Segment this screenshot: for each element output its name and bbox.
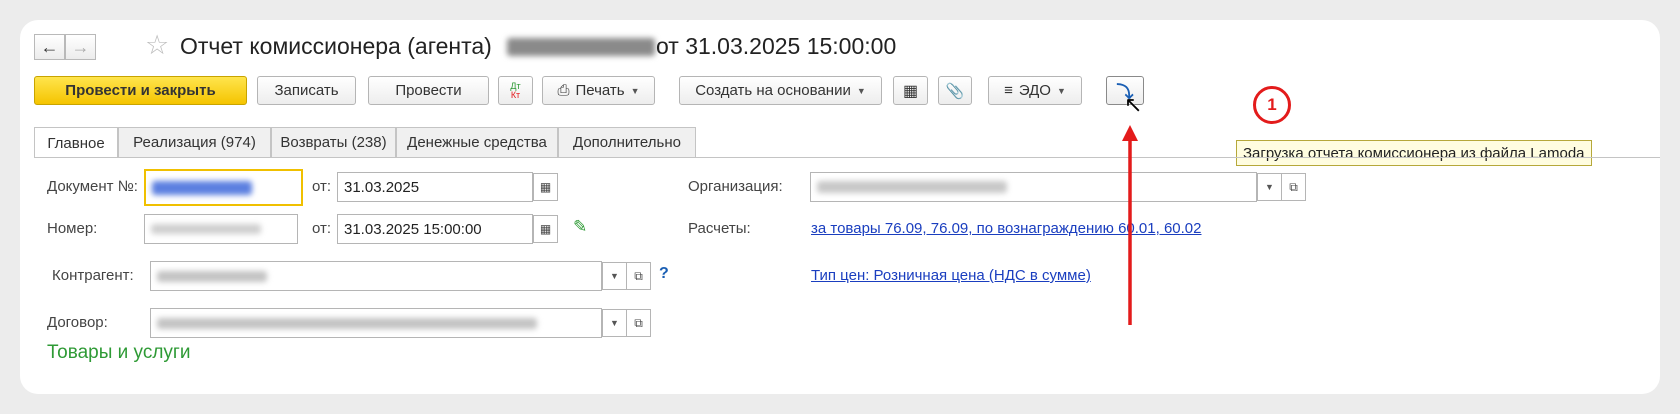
star-icon[interactable]: ☆ xyxy=(145,32,169,59)
contract-field[interactable] xyxy=(150,308,602,338)
help-icon[interactable]: ? xyxy=(659,265,669,283)
chevron-down-icon: ▼ xyxy=(856,85,866,96)
structure-button[interactable]: ▦ xyxy=(893,76,928,105)
redacted-number-2 xyxy=(151,224,261,234)
annotation-marker: 1 xyxy=(1253,86,1291,124)
dropdown-arrow-icon[interactable]: ▼ xyxy=(602,262,627,290)
redacted-contractor xyxy=(157,270,267,282)
organization-label: Организация: xyxy=(688,178,783,195)
tab-returns[interactable]: Возвраты (238) xyxy=(271,127,396,157)
price-type-link[interactable]: Тип цен: Розничная цена (НДС в сумме) xyxy=(811,267,1091,284)
post-button[interactable]: Провести xyxy=(368,76,489,105)
tab-main[interactable]: Главное xyxy=(34,127,118,158)
document-number-field[interactable] xyxy=(144,169,303,206)
paperclip-icon: 📎 xyxy=(945,82,965,100)
redacted-agent-name xyxy=(507,38,655,56)
dropdown-arrow-icon[interactable]: ▼ xyxy=(602,309,627,337)
redacted-organization xyxy=(817,181,1007,193)
forward-button[interactable]: → xyxy=(65,34,96,60)
print-button[interactable]: ⎙ Печать ▼ xyxy=(542,76,655,105)
date-field[interactable]: 31.03.2025 xyxy=(337,172,533,202)
printer-icon: ⎙ xyxy=(557,82,570,99)
open-icon[interactable]: ⧉ xyxy=(626,309,651,337)
organization-field[interactable] xyxy=(810,172,1257,202)
arrow-left-icon: ← xyxy=(40,36,59,57)
calendar-icon[interactable]: ▦ xyxy=(533,215,558,243)
back-button[interactable]: ← xyxy=(34,34,65,60)
dt-kt-button[interactable]: Дт Кт xyxy=(498,76,533,105)
mouse-cursor-icon: ↖ xyxy=(1124,92,1143,117)
contractor-label: Контрагент: xyxy=(52,267,134,284)
open-icon[interactable]: ⧉ xyxy=(626,262,651,290)
save-button[interactable]: Записать xyxy=(257,76,356,105)
annotation-arrow-icon xyxy=(1122,125,1138,325)
create-based-on-button[interactable]: Создать на основании ▼ xyxy=(679,76,882,105)
attach-button[interactable]: 📎 xyxy=(938,76,972,105)
contract-label: Договор: xyxy=(47,314,108,331)
edit-check-icon[interactable]: ✎ xyxy=(573,217,587,237)
tab-sales[interactable]: Реализация (974) xyxy=(118,127,271,157)
arrow-right-icon: → xyxy=(71,36,90,57)
document-title: Отчет комиссионера (агента) xyxy=(180,33,492,59)
document-list-icon: ≡ xyxy=(1004,82,1013,99)
datetime-from-label: от: xyxy=(312,220,332,237)
document-number-label: Документ №: xyxy=(47,178,138,195)
tab-additional[interactable]: Дополнительно xyxy=(558,127,696,157)
chevron-down-icon: ▼ xyxy=(1056,85,1066,96)
edo-button[interactable]: ≡ ЭДО ▼ xyxy=(988,76,1082,105)
number-label: Номер: xyxy=(47,220,98,237)
open-icon[interactable]: ⧉ xyxy=(1281,173,1306,201)
redacted-contract xyxy=(157,317,537,329)
datetime-field[interactable]: 31.03.2025 15:00:00 xyxy=(337,214,533,244)
calculations-link[interactable]: за товары 76.09, 76.09, по вознаграждени… xyxy=(811,220,1202,237)
post-and-close-button[interactable]: Провести и закрыть xyxy=(34,76,247,105)
hierarchy-icon: ▦ xyxy=(902,82,919,100)
document-window: ← → ☆ Отчет комиссионера (агента) от 31.… xyxy=(20,20,1660,394)
document-title-date: от 31.03.2025 15:00:00 xyxy=(656,33,897,59)
chevron-down-icon: ▼ xyxy=(630,85,640,96)
number-field[interactable] xyxy=(144,214,298,244)
tab-cash[interactable]: Денежные средства xyxy=(396,127,558,157)
goods-section-title: Товары и услуги xyxy=(47,342,191,363)
dropdown-arrow-icon[interactable]: ▼ xyxy=(1257,173,1282,201)
date-from-label: от: xyxy=(312,178,332,195)
redacted-number xyxy=(152,180,252,195)
calendar-icon[interactable]: ▦ xyxy=(533,173,558,201)
tab-divider xyxy=(34,157,1660,158)
contractor-field[interactable] xyxy=(150,261,602,291)
calculations-label: Расчеты: xyxy=(688,220,751,237)
load-tooltip: Загрузка отчета комиссионера из файла La… xyxy=(1236,140,1592,166)
